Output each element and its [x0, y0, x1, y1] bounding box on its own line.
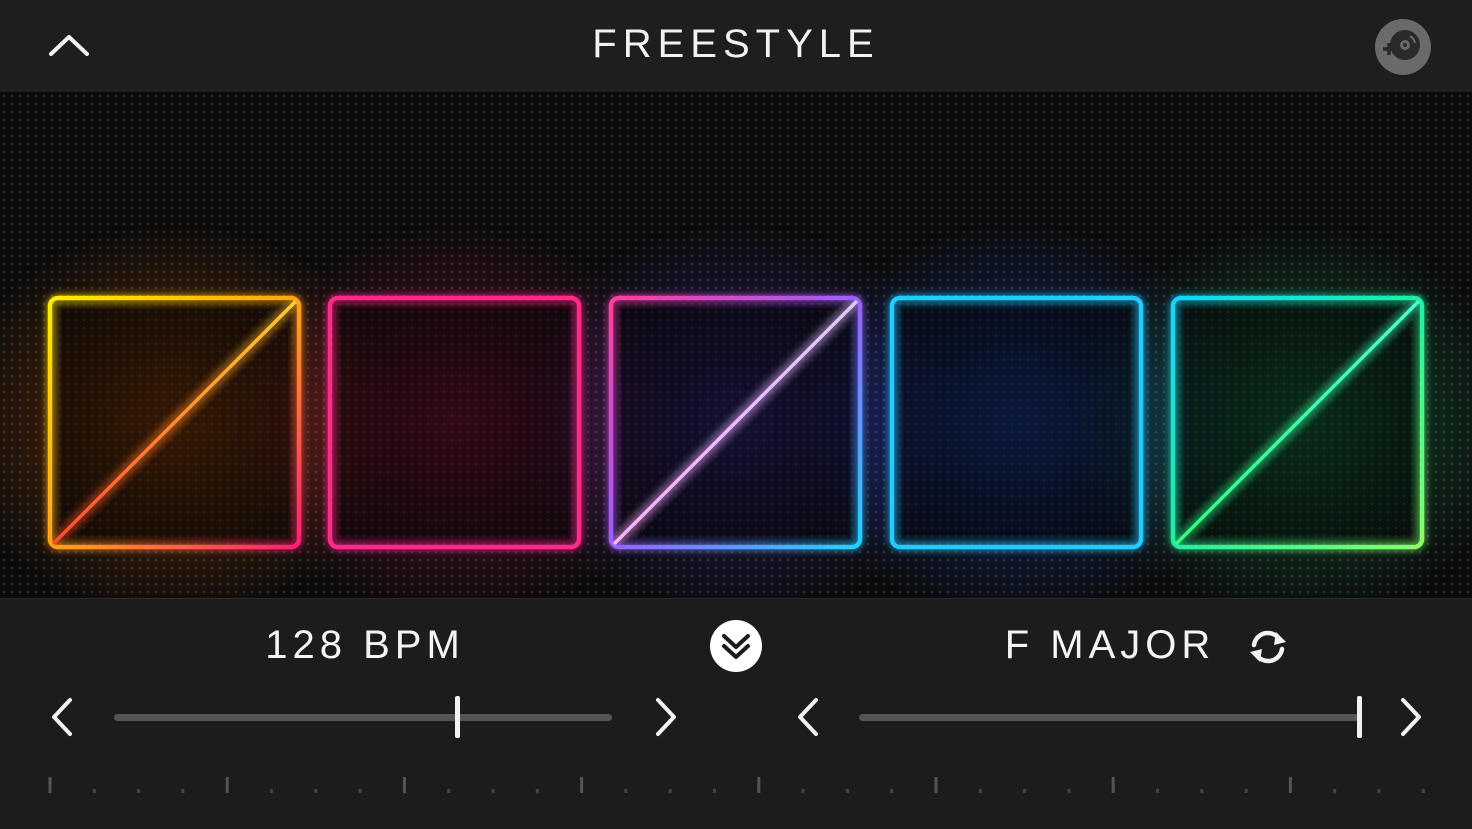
tick-mark [270, 789, 273, 793]
tick-mark [314, 789, 318, 793]
header-bar: FREESTYLE [0, 0, 1472, 92]
pad-1[interactable] [47, 295, 302, 550]
tempo-slider-thumb[interactable] [455, 696, 461, 738]
key-decrease-chevron-left-icon[interactable] [790, 693, 826, 741]
tick-mark [491, 789, 495, 793]
refresh-icon[interactable] [1246, 627, 1290, 667]
page-title: FREESTYLE [592, 22, 880, 66]
pad-3[interactable] [608, 295, 863, 550]
tick-mark [890, 789, 894, 793]
pad-2[interactable] [327, 295, 582, 550]
tick-mark [1377, 789, 1381, 793]
tick-mark [1023, 789, 1027, 793]
key-increase-chevron-right-icon[interactable] [1393, 693, 1429, 741]
tick-mark [978, 789, 982, 793]
tick-mark [713, 789, 716, 793]
tick-mark [668, 789, 672, 793]
tick-mark [1333, 789, 1337, 793]
tick-mark [845, 789, 849, 793]
tick-mark [1067, 789, 1071, 793]
tick-mark [92, 789, 96, 793]
tick-mark [1156, 789, 1159, 793]
tick-mark [137, 789, 141, 793]
tempo-increase-chevron-right-icon[interactable] [648, 693, 684, 741]
key-slider-thumb[interactable] [1356, 696, 1362, 738]
tick-mark [624, 789, 628, 793]
tick-mark [801, 789, 805, 793]
tempo-decrease-chevron-left-icon[interactable] [44, 693, 80, 741]
pads [47, 295, 1425, 550]
tick-mark [1421, 789, 1425, 793]
tick-mark [181, 789, 185, 793]
tick-mark [1288, 777, 1292, 793]
tempo-slider-track[interactable] [114, 714, 612, 721]
tick-mark [402, 777, 406, 793]
tick-mark [358, 789, 362, 793]
pad-4[interactable] [889, 295, 1144, 550]
vinyl-add-icon[interactable] [1374, 18, 1432, 76]
tick-mark [580, 777, 584, 793]
tick-mark [934, 777, 938, 793]
tick-mark [1244, 789, 1248, 793]
key-label: F MAJOR [1004, 623, 1216, 667]
tick-mark [757, 777, 761, 793]
pad-grid [0, 92, 1472, 598]
tick-mark [1111, 777, 1115, 793]
double-chevron-down-icon[interactable] [709, 619, 763, 673]
tick-mark [48, 777, 52, 793]
timeline-ticks [48, 777, 1425, 793]
tick-mark [535, 789, 539, 793]
controls-panel: 128 BPM F MAJOR [0, 598, 1472, 829]
tick-mark [1200, 789, 1204, 793]
tick-mark [225, 777, 229, 793]
key-slider-track[interactable] [859, 714, 1359, 721]
pad-5[interactable] [1170, 295, 1425, 550]
tick-mark [447, 789, 451, 793]
tempo-label: 128 BPM [265, 623, 465, 667]
